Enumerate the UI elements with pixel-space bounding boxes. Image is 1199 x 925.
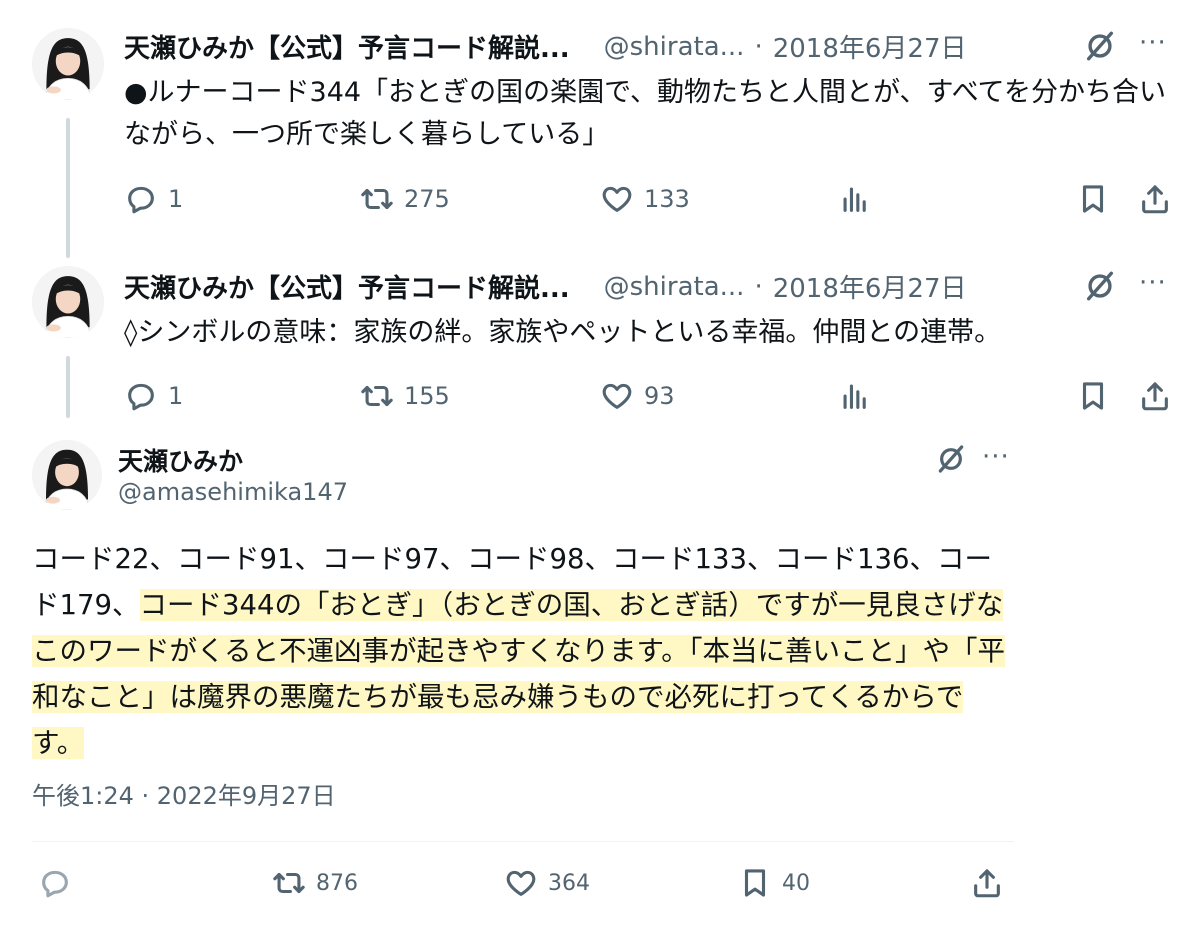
reply-icon: [38, 866, 72, 900]
retweet-button[interactable]: 155: [360, 379, 450, 413]
avatar-image: [32, 266, 104, 338]
bookmark-button[interactable]: [1076, 182, 1110, 216]
avatar-image: [32, 28, 104, 100]
bookmark-button[interactable]: 40: [738, 866, 810, 900]
like-button[interactable]: 93: [600, 379, 675, 413]
retweet-count: 155: [404, 382, 450, 410]
like-button[interactable]: 364: [504, 866, 590, 900]
author-handle[interactable]: @amasehimika147: [118, 478, 348, 506]
author-handle[interactable]: @shirata...: [604, 272, 745, 302]
grok-icon[interactable]: [1082, 28, 1118, 64]
share-icon: [1138, 379, 1172, 413]
share-icon: [1138, 182, 1172, 216]
thread-line: [66, 118, 70, 258]
tweet-date[interactable]: 2018年6月27日: [773, 268, 967, 305]
like-button[interactable]: 133: [600, 182, 690, 216]
retweet-button[interactable]: 275: [360, 182, 450, 216]
avatar[interactable]: [32, 266, 104, 338]
author-name[interactable]: 天瀬ひみか【公式】予言コード解説...: [124, 268, 570, 305]
retweet-count: 275: [404, 185, 450, 213]
avatar-image: [32, 440, 102, 510]
share-button[interactable]: [970, 866, 1004, 900]
reply-count: 1: [168, 382, 184, 410]
reply-icon: [124, 182, 158, 216]
views-button[interactable]: [838, 182, 872, 216]
author-handle[interactable]: @shirata...: [604, 32, 745, 62]
more-icon[interactable]: ···: [1139, 28, 1167, 58]
reply-button[interactable]: [38, 866, 72, 900]
avatar[interactable]: [32, 28, 104, 100]
action-bar: 876 364 40: [38, 866, 1018, 906]
action-bar: 1 155 93: [124, 379, 1174, 419]
views-button[interactable]: [838, 379, 872, 413]
share-button[interactable]: [1138, 379, 1172, 413]
thread-line: [66, 356, 70, 418]
like-count: 133: [644, 185, 690, 213]
reply-button[interactable]: 1: [124, 182, 183, 216]
tweet-text: ◊シンボルの意味：家族の絆。家族やペットといる幸福。仲間との連帯。: [124, 317, 1002, 348]
tweet-header: 天瀬ひみか【公式】予言コード解説... @shirata... · 2018年6…: [124, 268, 967, 305]
grok-icon[interactable]: [934, 442, 968, 476]
bookmark-icon: [1076, 379, 1110, 413]
like-icon: [504, 866, 538, 900]
author-name[interactable]: 天瀬ひみか: [118, 442, 243, 478]
action-bar: 1 275 133: [124, 182, 1174, 222]
tweet-text-highlighted: コード344の「おとぎ」（おとぎの国、おとぎ話）ですが一見良さげなこのワードがく…: [32, 589, 1005, 759]
separator-dot: ·: [754, 271, 763, 302]
reply-count: 1: [168, 185, 184, 213]
avatar[interactable]: [32, 440, 102, 510]
tweet-date[interactable]: 2018年6月27日: [773, 28, 967, 65]
retweet-button[interactable]: 876: [272, 866, 358, 900]
share-button[interactable]: [1138, 182, 1172, 216]
bookmark-icon: [1076, 182, 1110, 216]
author-name[interactable]: 天瀬ひみか【公式】予言コード解説...: [124, 28, 570, 65]
retweet-icon: [272, 866, 306, 900]
like-count: 93: [644, 382, 675, 410]
tweet-header: 天瀬ひみか【公式】予言コード解説... @shirata... · 2018年6…: [124, 28, 967, 65]
grok-icon[interactable]: [1082, 268, 1118, 304]
like-icon: [600, 379, 634, 413]
tweet-timestamp[interactable]: 午後1:24 · 2022年9月27日: [32, 776, 336, 811]
tweet-text: コード22、コード91、コード97、コード98、コード133、コード136、コー…: [32, 536, 1007, 766]
more-icon[interactable]: ···: [982, 442, 1010, 472]
views-icon: [838, 379, 872, 413]
like-count: 364: [548, 870, 590, 896]
like-icon: [600, 182, 634, 216]
tweet-text: ●ルナーコード344「おとぎの国の楽園で、動物たちと人間とが、すべてを分かち合い…: [124, 77, 1166, 150]
retweet-count: 876: [316, 870, 358, 896]
bookmark-button[interactable]: [1076, 379, 1110, 413]
divider: [32, 841, 1014, 842]
more-icon[interactable]: ···: [1139, 268, 1167, 298]
views-icon: [838, 182, 872, 216]
bookmark-icon: [738, 866, 772, 900]
reply-button[interactable]: 1: [124, 379, 183, 413]
retweet-icon: [360, 182, 394, 216]
bookmark-count: 40: [782, 870, 810, 896]
share-icon: [970, 866, 1004, 900]
separator-dot: ·: [754, 31, 763, 62]
reply-icon: [124, 379, 158, 413]
retweet-icon: [360, 379, 394, 413]
